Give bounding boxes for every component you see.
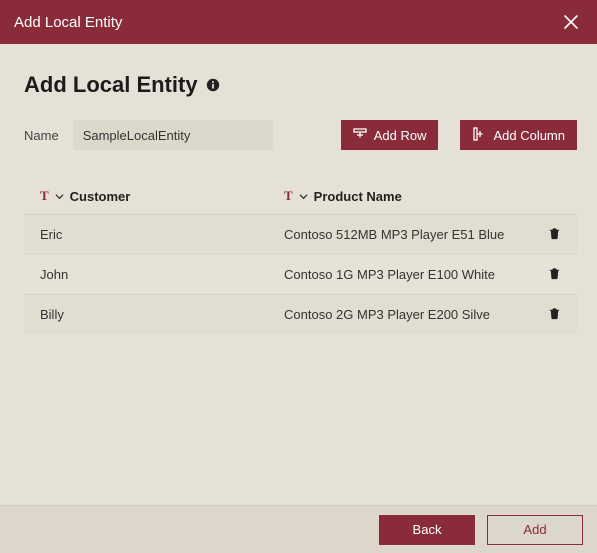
column-header-product[interactable]: T Product Name: [284, 188, 539, 204]
name-input[interactable]: [73, 120, 273, 150]
table-header: T Customer T Product Name: [24, 178, 577, 214]
column-header-customer[interactable]: T Customer: [40, 188, 284, 204]
delete-row-icon[interactable]: [548, 267, 561, 283]
chevron-down-icon: [299, 192, 308, 201]
cell-customer[interactable]: John: [40, 267, 284, 282]
cell-customer[interactable]: Billy: [40, 307, 284, 322]
titlebar: Add Local Entity: [0, 0, 597, 44]
table: T Customer T Product Name Eric Contoso 51…: [24, 178, 577, 495]
add-column-icon: [472, 127, 486, 144]
cell-product[interactable]: Contoso 1G MP3 Player E100 White: [284, 267, 539, 282]
titlebar-title: Add Local Entity: [14, 14, 122, 31]
cell-customer-text: John: [40, 267, 68, 282]
cell-product-text: Contoso 512MB MP3 Player E51 Blue: [284, 227, 504, 242]
delete-row-icon[interactable]: [548, 307, 561, 323]
info-icon[interactable]: [206, 78, 220, 92]
add-row-label: Add Row: [374, 128, 427, 143]
text-type-icon: T: [284, 188, 293, 204]
cell-product[interactable]: Contoso 512MB MP3 Player E51 Blue: [284, 227, 539, 242]
cell-product-text: Contoso 1G MP3 Player E100 White: [284, 267, 495, 282]
name-label: Name: [24, 128, 59, 143]
text-type-icon: T: [40, 188, 49, 204]
table-row[interactable]: John Contoso 1G MP3 Player E100 White: [24, 254, 577, 294]
back-button[interactable]: Back: [379, 515, 475, 545]
chevron-down-icon: [55, 192, 64, 201]
dialog-body: Add Local Entity Name Add Row: [0, 44, 597, 505]
cell-customer-text: Eric: [40, 227, 62, 242]
add-row-icon: [353, 127, 367, 144]
name-row: Name Add Row: [24, 120, 577, 150]
dialog-footer: Back Add: [0, 505, 597, 553]
table-row[interactable]: Billy Contoso 2G MP3 Player E200 Silve: [24, 294, 577, 334]
close-icon[interactable]: [559, 10, 583, 34]
add-row-button[interactable]: Add Row: [341, 120, 439, 150]
add-column-label: Add Column: [493, 128, 565, 143]
column-header-product-label: Product Name: [314, 189, 402, 204]
back-button-label: Back: [413, 522, 442, 537]
add-button[interactable]: Add: [487, 515, 583, 545]
table-body: Eric Contoso 512MB MP3 Player E51 Blue Joh…: [24, 214, 577, 334]
cell-customer-text: Billy: [40, 307, 64, 322]
dialog-window: Add Local Entity Add Local Entity Name: [0, 0, 597, 553]
add-button-label: Add: [523, 522, 546, 537]
heading-row: Add Local Entity: [24, 72, 577, 98]
delete-row-icon[interactable]: [548, 227, 561, 243]
cell-product[interactable]: Contoso 2G MP3 Player E200 Silve: [284, 307, 539, 322]
cell-product-text: Contoso 2G MP3 Player E200 Silve: [284, 307, 490, 322]
page-title: Add Local Entity: [24, 72, 198, 98]
cell-customer[interactable]: Eric: [40, 227, 284, 242]
add-column-button[interactable]: Add Column: [460, 120, 577, 150]
column-header-customer-label: Customer: [70, 189, 131, 204]
table-row[interactable]: Eric Contoso 512MB MP3 Player E51 Blue: [24, 214, 577, 254]
